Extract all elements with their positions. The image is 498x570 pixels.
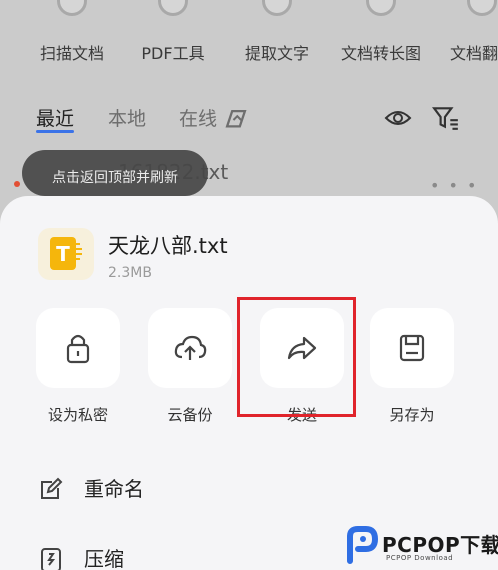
watermark-subtitle: PCPOP Download bbox=[386, 554, 454, 562]
unread-dot bbox=[14, 181, 20, 187]
toast-refresh[interactable]: 点击返回顶部并刷新 bbox=[22, 150, 208, 196]
action-cloud-backup[interactable]: 云备份 bbox=[148, 308, 232, 428]
save-icon bbox=[399, 334, 425, 362]
pdf-tool-icon bbox=[158, 0, 188, 16]
txt-file-icon: T bbox=[38, 228, 94, 280]
tab-underline bbox=[36, 130, 74, 133]
file-size: 2.3MB bbox=[108, 265, 152, 281]
lock-icon bbox=[66, 334, 90, 364]
tab-online[interactable]: 在线 bbox=[179, 104, 217, 131]
tool-label: 文档转长图 bbox=[340, 44, 421, 63]
tool-doc-to-image[interactable]: 文档转长图 bbox=[331, 0, 431, 70]
menu-item-rename[interactable]: 重命名 bbox=[38, 470, 338, 510]
scan-icon bbox=[57, 0, 87, 16]
tool-extract-text[interactable]: 提取文字 bbox=[227, 0, 327, 70]
cloud-upload-icon bbox=[174, 335, 207, 360]
doc-to-image-icon bbox=[366, 0, 396, 16]
menu-item-label: 重命名 bbox=[84, 477, 144, 501]
action-set-private[interactable]: 设为私密 bbox=[36, 308, 120, 428]
eye-icon[interactable] bbox=[384, 104, 412, 132]
action-label: 云备份 bbox=[167, 406, 213, 424]
menu-item-label: 压缩 bbox=[84, 547, 124, 570]
edit-icon bbox=[41, 477, 63, 499]
file-name: 天龙八部.txt bbox=[108, 234, 228, 258]
tool-label: 提取文字 bbox=[244, 44, 309, 63]
tool-row: 扫描文档 PDF工具 提取文字 文档转长图 文档翻 bbox=[0, 0, 498, 70]
filter-icon[interactable] bbox=[432, 104, 460, 132]
action-label: 设为私密 bbox=[47, 406, 108, 424]
action-tile[interactable] bbox=[36, 308, 120, 388]
pcpop-logo-icon bbox=[347, 526, 378, 564]
extract-text-icon bbox=[262, 0, 292, 16]
more-icon[interactable]: • • • bbox=[430, 176, 478, 195]
file-icon-letter: T bbox=[56, 242, 70, 266]
translate-icon bbox=[467, 0, 497, 16]
watermark: PCPOP下载 PCPOP Download bbox=[344, 524, 498, 568]
tab-local[interactable]: 本地 bbox=[108, 104, 146, 131]
tool-label: PDF工具 bbox=[141, 44, 205, 63]
action-label: 另存为 bbox=[389, 406, 435, 424]
menu-item-compress[interactable]: 压缩 bbox=[38, 540, 338, 570]
tab-recent[interactable]: 最近 bbox=[36, 104, 74, 131]
online-cloud-icon bbox=[225, 109, 247, 128]
action-save-as[interactable]: 另存为 bbox=[370, 308, 454, 428]
highlight-box bbox=[237, 297, 356, 417]
tool-label: 扫描文档 bbox=[39, 44, 104, 63]
tool-translate[interactable]: 文档翻 bbox=[438, 0, 498, 70]
action-tile[interactable] bbox=[370, 308, 454, 388]
tool-label: 文档翻 bbox=[450, 44, 498, 63]
zip-icon bbox=[41, 548, 61, 570]
action-tile[interactable] bbox=[148, 308, 232, 388]
tool-pdf[interactable]: PDF工具 bbox=[123, 0, 223, 70]
tool-scan[interactable]: 扫描文档 bbox=[22, 0, 122, 70]
